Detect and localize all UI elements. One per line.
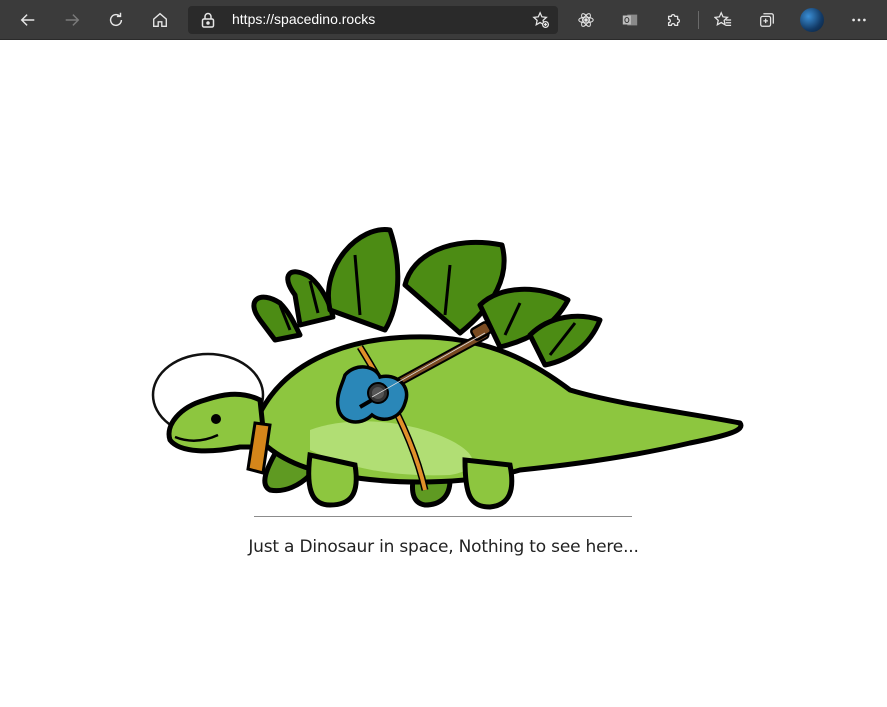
react-extension-button[interactable] (572, 6, 600, 34)
collections-icon (760, 13, 774, 27)
tagline-text: Just a Dinosaur in space, Nothing to see… (248, 537, 639, 557)
settings-menu-button[interactable] (845, 6, 873, 34)
toolbar-divider (698, 11, 699, 29)
dinosaur-illustration (151, 227, 744, 510)
divider-line (254, 516, 632, 517)
browser-toolbar: https://spacedino.rocks (0, 0, 887, 40)
favorites-icon (714, 11, 732, 27)
outlook-extension-button[interactable] (616, 6, 644, 34)
extensions-button[interactable] (660, 6, 688, 34)
puzzle-icon (667, 13, 681, 27)
page-content: Just a Dinosaur in space, Nothing to see… (0, 40, 887, 707)
url-text[interactable]: https://spacedino.rocks (232, 11, 375, 27)
arrow-left-icon (20, 14, 35, 26)
home-icon (153, 12, 167, 27)
more-icon (852, 18, 866, 22)
url-host: spacedino.rocks (274, 11, 376, 27)
outlook-icon (622, 14, 638, 26)
react-icon (578, 13, 594, 27)
collections-button[interactable] (753, 6, 781, 34)
lock-icon (201, 12, 215, 28)
forward-button[interactable] (58, 6, 86, 34)
address-bar[interactable]: https://spacedino.rocks (188, 6, 558, 34)
home-button[interactable] (146, 6, 174, 34)
url-scheme: https:// (232, 11, 275, 27)
refresh-icon (109, 12, 123, 27)
star-add-icon[interactable] (532, 11, 550, 29)
avatar[interactable] (800, 8, 824, 32)
refresh-button[interactable] (102, 6, 130, 34)
arrow-right-icon (65, 14, 80, 26)
back-button[interactable] (14, 6, 42, 34)
favorites-button[interactable] (709, 6, 737, 34)
